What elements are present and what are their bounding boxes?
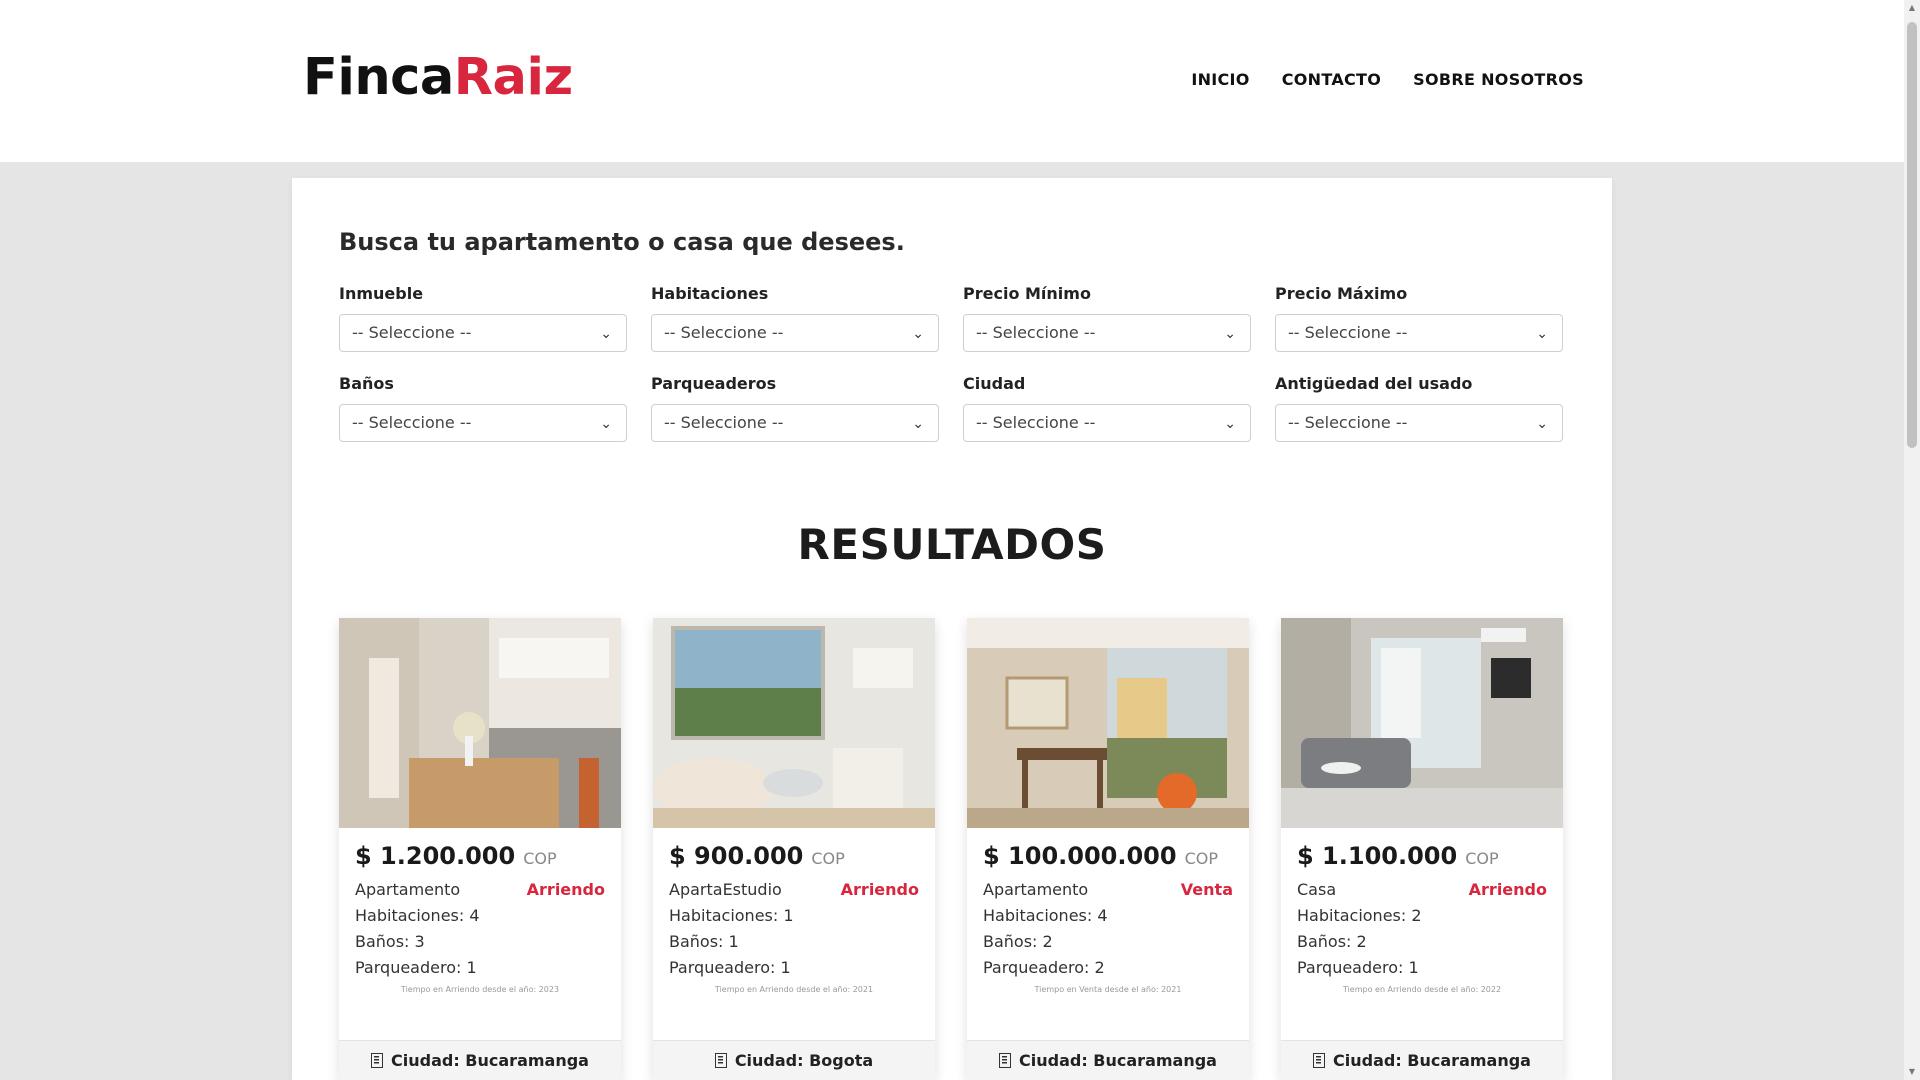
card-city: Ciudad: Bucaramanga xyxy=(1281,1040,1563,1080)
ciudad-select[interactable]: -- Seleccione -- ⌄ xyxy=(963,404,1251,442)
card-rooms: Habitaciones: 2 xyxy=(1297,906,1422,925)
nav-contacto[interactable]: CONTACTO xyxy=(1282,70,1381,89)
precio-maximo-select[interactable]: -- Seleccione -- ⌄ xyxy=(1275,314,1563,352)
filter-precio-minimo: Precio Mínimo -- Seleccione -- ⌄ xyxy=(963,286,1251,352)
card-property-type: Apartamento xyxy=(355,880,461,899)
card-operation: Arriendo xyxy=(840,880,919,899)
card-currency: COP xyxy=(1465,849,1499,868)
card-note: Tiempo en Arriendo desde el año: 2023 xyxy=(400,985,560,994)
chevron-down-icon: ⌄ xyxy=(600,326,612,342)
scroll-down-icon[interactable]: ▼ xyxy=(1904,1064,1920,1080)
building-icon xyxy=(1313,1053,1326,1068)
card-city: Ciudad: Bucaramanga xyxy=(967,1040,1249,1080)
card-parking: Parqueadero: 1 xyxy=(669,958,791,977)
filter-habitaciones: Habitaciones -- Seleccione -- ⌄ xyxy=(651,286,939,352)
filter-ciudad: Ciudad -- Seleccione -- ⌄ xyxy=(963,376,1251,442)
living-room-photo xyxy=(653,618,935,828)
card-baths: Baños: 3 xyxy=(355,932,425,951)
card-baths: Baños: 2 xyxy=(983,932,1053,951)
filter-label: Precio Máximo xyxy=(1275,284,1408,303)
card-property-type: Casa xyxy=(1297,880,1337,899)
habitaciones-select[interactable]: -- Seleccione -- ⌄ xyxy=(651,314,939,352)
inmueble-select[interactable]: -- Seleccione -- ⌄ xyxy=(339,314,627,352)
card-operation: Venta xyxy=(1180,880,1233,899)
card-property-type: ApartaEstudio xyxy=(669,880,782,899)
scroll-up-icon[interactable]: ▲ xyxy=(1904,0,1920,16)
card-currency: COP xyxy=(523,849,557,868)
card-currency: COP xyxy=(811,849,845,868)
card-parking: Parqueadero: 1 xyxy=(355,958,477,977)
card-rooms: Habitaciones: 1 xyxy=(669,906,794,925)
chevron-down-icon: ⌄ xyxy=(912,326,924,342)
card-price: $ 900.000 xyxy=(669,842,804,870)
results-title: RESULTADOS xyxy=(797,520,1107,569)
card-property-type: Apartamento xyxy=(983,880,1089,899)
chevron-down-icon: ⌄ xyxy=(1536,416,1548,432)
search-panel: Busca tu apartamento o casa que desees. … xyxy=(292,178,1612,1080)
card-operation: Arriendo xyxy=(526,880,605,899)
nav-sobre-nosotros[interactable]: SOBRE NOSOTROS xyxy=(1413,70,1584,89)
property-card[interactable]: $ 100.000.000 COP Apartamento Venta Habita… xyxy=(967,618,1249,1080)
filter-label: Habitaciones xyxy=(651,284,769,303)
kitchen-photo xyxy=(339,618,621,828)
search-title: Busca tu apartamento o casa que desees. xyxy=(339,228,905,256)
chevron-down-icon: ⌄ xyxy=(1224,326,1236,342)
precio-minimo-select[interactable]: -- Seleccione -- ⌄ xyxy=(963,314,1251,352)
filter-label: Antigüedad del usado xyxy=(1275,374,1473,393)
chevron-down-icon: ⌄ xyxy=(912,416,924,432)
parqueaderos-select[interactable]: -- Seleccione -- ⌄ xyxy=(651,404,939,442)
filter-precio-maximo: Precio Máximo -- Seleccione -- ⌄ xyxy=(1275,286,1563,352)
scroll-thumb[interactable] xyxy=(1907,22,1917,448)
card-rooms: Habitaciones: 4 xyxy=(355,906,480,925)
filter-label: Parqueaderos xyxy=(651,374,777,393)
card-note: Tiempo en Arriendo desde el año: 2021 xyxy=(714,985,874,994)
filter-label: Precio Mínimo xyxy=(963,284,1091,303)
card-parking: Parqueadero: 1 xyxy=(1297,958,1419,977)
filter-inmueble: Inmueble -- Seleccione -- ⌄ xyxy=(339,286,627,352)
site-logo[interactable]: FincaRaiz xyxy=(303,48,573,107)
lounge-photo xyxy=(1281,618,1563,828)
building-icon xyxy=(999,1053,1012,1068)
card-note: Tiempo en Venta desde el año: 2021 xyxy=(1034,985,1182,994)
filter-label: Inmueble xyxy=(339,284,424,303)
filter-label: Ciudad xyxy=(963,374,1026,393)
main-nav: INICIO CONTACTO SOBRE NOSOTROS xyxy=(1191,70,1584,89)
card-price: $ 100.000.000 xyxy=(983,842,1177,870)
card-city: Ciudad: Bogota xyxy=(653,1040,935,1080)
card-baths: Baños: 2 xyxy=(1297,932,1367,951)
page-scrollbar[interactable]: ▲ ▼ xyxy=(1904,0,1920,1080)
card-baths: Baños: 1 xyxy=(669,932,739,951)
nav-inicio[interactable]: INICIO xyxy=(1191,70,1249,89)
filter-antiguedad: Antigüedad del usado -- Seleccione -- ⌄ xyxy=(1275,376,1563,442)
card-price: $ 1.200.000 xyxy=(355,842,516,870)
chevron-down-icon: ⌄ xyxy=(600,416,612,432)
chevron-down-icon: ⌄ xyxy=(1224,416,1236,432)
antiguedad-select[interactable]: -- Seleccione -- ⌄ xyxy=(1275,404,1563,442)
card-city: Ciudad: Bucaramanga xyxy=(339,1040,621,1080)
card-parking: Parqueadero: 2 xyxy=(983,958,1105,977)
dining-room-photo xyxy=(967,618,1249,828)
results-list: $ 1.200.000 COP Apartamento Arriendo Habit… xyxy=(339,618,1563,1080)
site-header: FincaRaiz INICIO CONTACTO SOBRE NOSOTROS xyxy=(0,0,1904,162)
property-card[interactable]: $ 1.200.000 COP Apartamento Arriendo Habit… xyxy=(339,618,621,1080)
card-currency: COP xyxy=(1184,849,1219,868)
property-card[interactable]: $ 900.000 COP ApartaEstudio Arriendo Habit… xyxy=(653,618,935,1080)
filter-grid: Inmueble -- Seleccione -- ⌄ Habitaciones … xyxy=(339,286,1565,442)
chevron-down-icon: ⌄ xyxy=(1536,326,1548,342)
card-note: Tiempo en Arriendo desde el año: 2022 xyxy=(1342,985,1502,994)
filter-banos: Baños -- Seleccione -- ⌄ xyxy=(339,376,627,442)
building-icon xyxy=(714,1053,727,1068)
property-card[interactable]: $ 1.100.000 COP Casa Arriendo Habitaciones… xyxy=(1281,618,1563,1080)
card-operation: Arriendo xyxy=(1468,880,1547,899)
card-price: $ 1.100.000 xyxy=(1297,842,1458,870)
filter-label: Baños xyxy=(339,374,394,393)
card-rooms: Habitaciones: 4 xyxy=(983,906,1108,925)
filter-parqueaderos: Parqueaderos -- Seleccione -- ⌄ xyxy=(651,376,939,442)
building-icon xyxy=(371,1053,384,1068)
banos-select[interactable]: -- Seleccione -- ⌄ xyxy=(339,404,627,442)
